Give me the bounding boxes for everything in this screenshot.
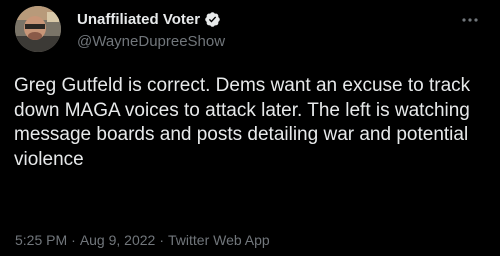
tweet-source[interactable]: Twitter Web App [168,232,270,248]
name-row: Unaffiliated Voter [77,10,225,28]
tweet-time[interactable]: 5:25 PM [15,232,67,248]
verified-badge-icon [205,11,220,27]
user-handle[interactable]: @WayneDupreeShow [77,34,225,49]
tweet-card: Unaffiliated Voter @WayneDupreeShow Greg… [0,0,500,256]
more-horizontal-icon[interactable] [460,14,480,26]
display-name[interactable]: Unaffiliated Voter [77,12,200,27]
meta-separator-2: · [159,232,164,248]
tweet-text: Greg Gutfeld is correct. Dems want an ex… [14,75,471,170]
tweet-date[interactable]: Aug 9, 2022 [80,232,156,248]
profile-photo-icon [15,6,61,52]
tweet-meta: 5:25 PM · Aug 9, 2022 · Twitter Web App [15,232,270,248]
meta-separator: · [71,232,76,248]
avatar[interactable] [15,6,61,52]
tweet-header: Unaffiliated Voter @WayneDupreeShow [77,10,225,50]
